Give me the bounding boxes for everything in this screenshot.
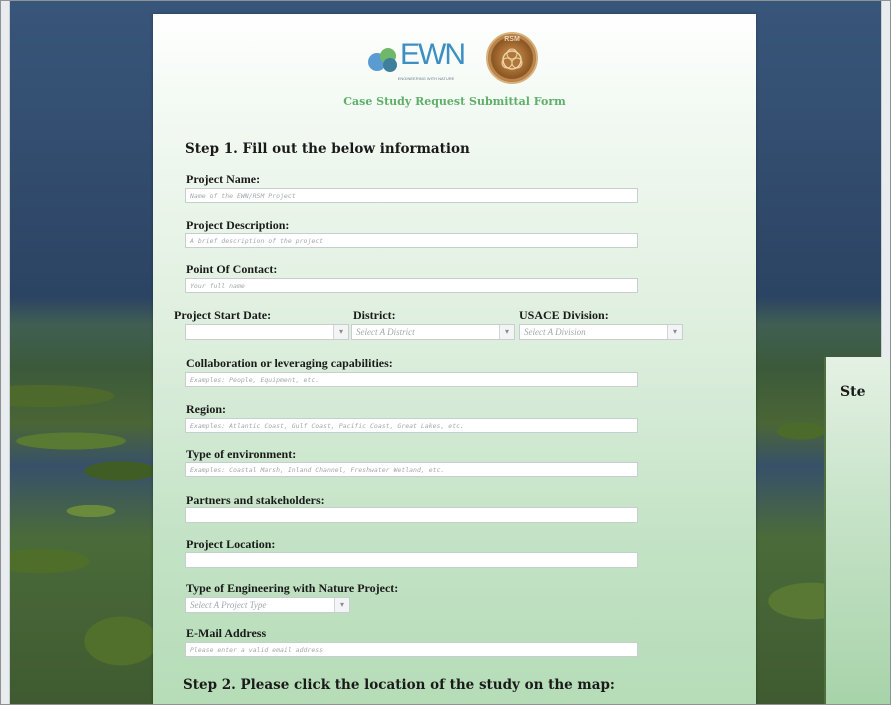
ewn-logo-text: EWN [400,38,466,71]
rsm-seal-logo: RSM [486,32,538,84]
step-side-panel: Ste [824,357,890,704]
ewn-logo-subtext: ENGINEERING WITH NATURE [397,76,455,81]
ewn-type-select-placeholder: Select A Project Type [190,600,267,610]
district-select-placeholder: Select A District [356,327,415,337]
ewn-leaf-icon [368,48,397,72]
rsm-seal-emblem-icon [501,48,523,70]
project-name-label: Project Name: [186,172,261,186]
logo-row: EWN ENGINEERING WITH NATURE RSM [153,32,756,92]
point-of-contact-input[interactable]: Your full name [185,278,638,293]
ewn-type-select[interactable]: Select A Project Type ▾ [185,597,350,613]
point-of-contact-label: Point Of Contact: [186,262,278,276]
usace-division-select-placeholder: Select A Division [524,327,586,337]
region-label: Region: [186,402,226,416]
left-edge [1,1,10,704]
chevron-down-icon[interactable]: ▾ [334,598,349,612]
collaboration-input[interactable]: Examples: People, Equipment, etc. [185,372,638,387]
side-panel-heading: Ste [840,384,866,400]
email-input[interactable]: Please enter a valid email address [185,642,638,657]
ewn-type-label: Type of Engineering with Nature Project: [186,581,399,595]
usace-division-label: USACE Division: [519,308,609,322]
project-description-input[interactable]: A brief description of the project [185,233,638,248]
region-input[interactable]: Examples: Atlantic Coast, Gulf Coast, Pa… [185,418,638,433]
chevron-down-icon[interactable]: ▾ [499,325,514,339]
district-select[interactable]: Select A District ▾ [351,324,515,340]
project-location-label: Project Location: [186,537,276,551]
ewn-logo: EWN ENGINEERING WITH NATURE [366,36,486,88]
project-description-label: Project Description: [186,218,290,232]
email-label: E-Mail Address [186,626,267,640]
form-title: Case Study Request Submittal Form [343,95,566,108]
project-name-input[interactable]: Name of the EWN/RSM Project [185,188,638,203]
browser-viewport: EWN ENGINEERING WITH NATURE RSM Case Stu… [0,0,891,705]
environment-input[interactable]: Examples: Coastal Marsh, Inland Channel,… [185,462,638,477]
collaboration-label: Collaboration or leveraging capabilities… [186,356,393,370]
partners-label: Partners and stakeholders: [186,493,325,507]
step2-heading: Step 2. Please click the location of the… [183,677,615,693]
chevron-down-icon[interactable]: ▾ [667,325,682,339]
partners-input[interactable] [185,507,638,523]
project-start-date-select[interactable]: ▾ [185,324,349,340]
step1-heading: Step 1. Fill out the below information [185,141,470,157]
project-location-input[interactable] [185,552,638,568]
environment-label: Type of environment: [186,447,297,461]
project-start-date-label: Project Start Date: [174,308,272,322]
usace-division-select[interactable]: Select A Division ▾ [519,324,683,340]
district-label: District: [353,308,396,322]
chevron-down-icon[interactable]: ▾ [333,325,348,339]
case-study-form-panel: EWN ENGINEERING WITH NATURE RSM Case Stu… [153,14,756,704]
